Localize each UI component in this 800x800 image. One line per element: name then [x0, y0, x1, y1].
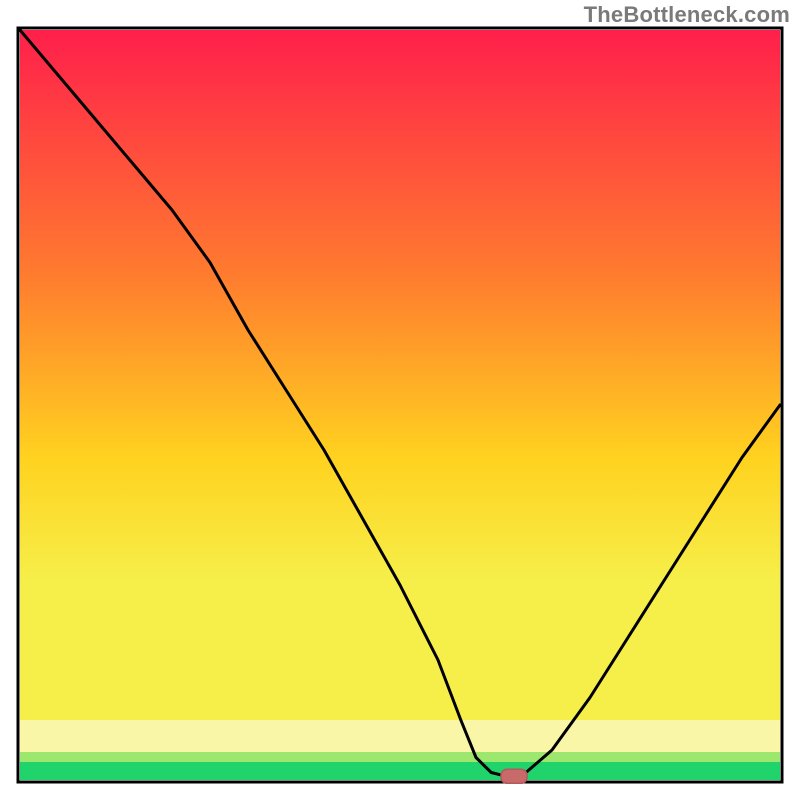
band-green: [20, 762, 780, 780]
bottleneck-chart: [0, 0, 800, 800]
band-pale-yellow: [20, 720, 780, 752]
band-light-green: [20, 752, 780, 762]
gradient-background: [20, 30, 780, 720]
optimum-marker: [501, 769, 527, 783]
